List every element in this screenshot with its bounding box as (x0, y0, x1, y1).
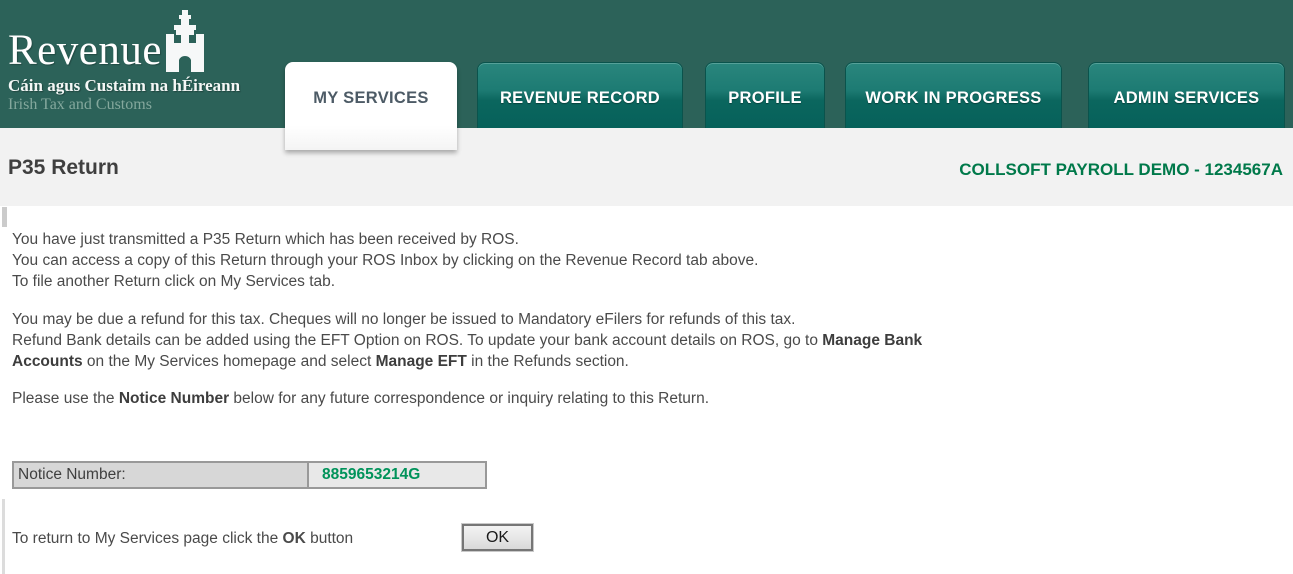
refund-paragraph: You may be due a refund for this tax. Ch… (12, 309, 922, 372)
tab-my-services-label: MY SERVICES (313, 89, 428, 108)
refund-line-1: You may be due a refund for this tax. Ch… (12, 309, 922, 330)
refund-line-3: Accounts on the My Services homepage and… (12, 351, 922, 372)
return-instruction-text2: button (306, 530, 353, 547)
notice-number-label: Notice Number: (14, 463, 309, 487)
revenue-castle-icon (160, 10, 210, 77)
tab-profile-label: PROFILE (728, 89, 802, 108)
page-title: P35 Return (8, 156, 119, 180)
manage-bank-bold: Manage Bank (822, 332, 922, 349)
logo-subtitle-irish: Cáin agus Custaim na hÉireann (8, 76, 240, 96)
account-name: COLLSOFT PAYROLL DEMO - 1234567A (959, 160, 1283, 180)
tab-revenue-record[interactable]: REVENUE RECORD (477, 62, 683, 128)
tab-profile[interactable]: PROFILE (705, 62, 825, 128)
notice-instruction-text1: Please use the (12, 390, 119, 407)
revenue-logo: Revenue Cáin agus Custa (8, 4, 268, 124)
ros-page: Revenue Cáin agus Custa (0, 0, 1293, 574)
refund-line-2-text: Refund Bank details can be added using t… (12, 332, 822, 349)
notice-instruction-text2: below for any future correspondence or i… (229, 390, 709, 407)
return-instruction: To return to My Services page click the … (12, 528, 353, 549)
notice-number-table: Notice Number: 8859653214G (12, 461, 487, 489)
confirmation-line-3: To file another Return click on My Servi… (12, 271, 758, 292)
tab-revenue-record-label: REVENUE RECORD (500, 89, 660, 108)
accounts-bold: Accounts (12, 353, 83, 370)
refund-line-3-text2: in the Refunds section. (467, 353, 629, 370)
ok-button[interactable]: OK (462, 524, 533, 551)
tab-admin-services-label: ADMIN SERVICES (1113, 89, 1259, 108)
notice-number-bold: Notice Number (119, 390, 229, 407)
tab-admin-services[interactable]: ADMIN SERVICES (1088, 62, 1285, 128)
return-instruction-text1: To return to My Services page click the (12, 530, 283, 547)
notice-number-value: 8859653214G (309, 463, 485, 487)
frame-scrollbar-artifact-bottom (2, 499, 5, 574)
manage-eft-bold: Manage EFT (376, 353, 467, 370)
ok-bold: OK (283, 530, 306, 547)
tab-work-in-progress[interactable]: WORK IN PROGRESS (845, 62, 1062, 128)
tab-my-services[interactable]: MY SERVICES (285, 62, 457, 150)
confirmation-line-2: You can access a copy of this Return thr… (12, 250, 758, 271)
frame-scrollbar-artifact-top (2, 207, 7, 227)
main-content: You have just transmitted a P35 Return w… (0, 206, 1293, 574)
refund-line-3-text1: on the My Services homepage and select (83, 353, 376, 370)
revenue-brand-text: Revenue (8, 26, 162, 75)
title-band: P35 Return COLLSOFT PAYROLL DEMO - 12345… (0, 128, 1293, 206)
header-bar: Revenue Cáin agus Custa (0, 0, 1293, 128)
confirmation-line-1: You have just transmitted a P35 Return w… (12, 229, 758, 250)
logo-subtitle-english: Irish Tax and Customs (8, 96, 152, 114)
confirmation-paragraph: You have just transmitted a P35 Return w… (12, 229, 758, 292)
refund-line-2: Refund Bank details can be added using t… (12, 330, 922, 351)
tab-work-in-progress-label: WORK IN PROGRESS (865, 89, 1041, 108)
notice-instruction-paragraph: Please use the Notice Number below for a… (12, 388, 709, 409)
